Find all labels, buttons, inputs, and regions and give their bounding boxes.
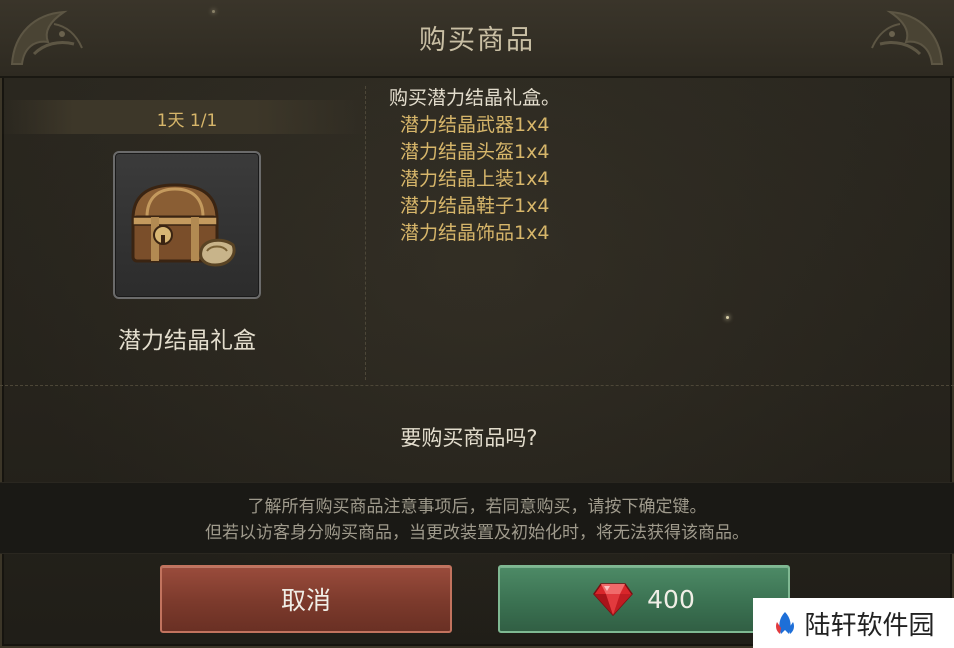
treasure-chest-icon [131, 183, 236, 267]
item-name: 潜力结晶礼盒 [118, 328, 256, 354]
vertical-divider [365, 86, 366, 380]
notice-line: 了解所有购买商品注意事项后，若同意购买，请按下确定键。 [247, 497, 707, 517]
confirm-question: 要购买商品吗? [400, 426, 538, 450]
list-item: 潜力结晶头盔1x4 [400, 141, 550, 163]
list-item: 潜力结晶鞋子1x4 [400, 195, 550, 217]
purchase-dialog: 购买商品 1天 1/1 潜力结晶礼盒 购买潜力结晶礼盒。 潜力结晶武器1x4 潜… [0, 0, 954, 648]
sparkle-icon [726, 316, 729, 319]
cancel-button[interactable]: 取消 [160, 565, 452, 633]
list-item: 潜力结晶武器1x4 [400, 114, 550, 136]
watermark-text: 陆轩软件园 [804, 610, 935, 641]
confirm-purchase-button[interactable]: 400 [498, 565, 790, 633]
description-heading: 购买潜力结晶礼盒。 [389, 87, 561, 109]
cancel-button-label: 取消 [280, 586, 331, 615]
purchase-limit-strip: 1天 1/1 [0, 100, 366, 134]
horizontal-divider [0, 385, 954, 386]
price-value: 400 [647, 584, 695, 614]
ruby-gem-icon [593, 583, 634, 616]
item-slot[interactable] [113, 151, 261, 299]
sparkle-icon [212, 10, 215, 13]
watermark: 陆轩软件园 [753, 598, 954, 648]
notice-line: 但若以访客身分购买商品，当更改装置及初始化时，将无法获得该商品。 [205, 523, 749, 543]
dialog-title-bar: 购买商品 [0, 0, 954, 78]
item-description: 购买潜力结晶礼盒。 潜力结晶武器1x4 潜力结晶头盔1x4 潜力结晶上装1x4 … [389, 85, 909, 247]
list-item: 潜力结晶上装1x4 [400, 168, 550, 190]
watermark-logo-icon [776, 612, 795, 634]
item-panel: 1天 1/1 潜力结晶礼盒 [0, 78, 366, 380]
dragon-ornament-icon [871, 10, 944, 65]
purchase-notice: 了解所有购买商品注意事项后，若同意购买，请按下确定键。 但若以访客身分购买商品，… [0, 482, 954, 554]
list-item: 潜力结晶饰品1x4 [400, 222, 550, 244]
item-contents-list: 潜力结晶武器1x4 潜力结晶头盔1x4 潜力结晶上装1x4 潜力结晶鞋子1x4 … [389, 112, 909, 247]
purchase-limit-text: 1天 1/1 [156, 111, 218, 131]
dialog-title: 购买商品 [419, 25, 535, 56]
